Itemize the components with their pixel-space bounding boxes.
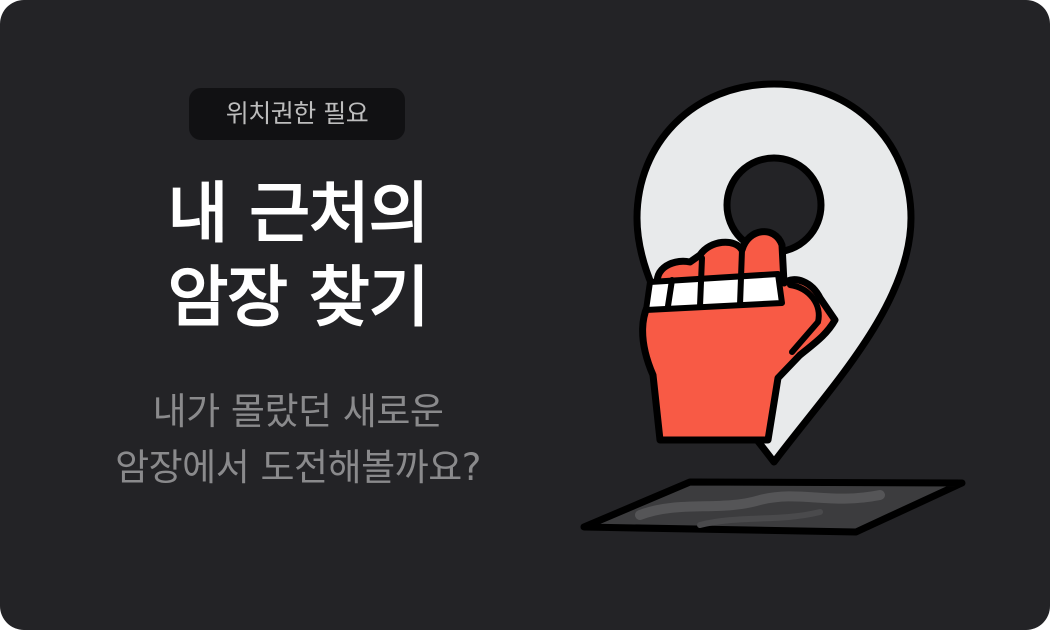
subtitle-line-1: 내가 몰랐던 새로운 [152,390,444,433]
title-line-1: 내 근처의 [167,175,430,252]
location-illustration [580,80,966,536]
permission-badge: 위치권한 필요 [189,88,405,140]
title-line-2: 암장 찾기 [167,259,430,336]
page-title: 내 근처의 암장 찾기 [0,172,596,340]
subtitle-line-2: 암장에서 도전해볼까요? [115,446,481,489]
map-plane-icon [580,478,966,536]
text-block: 위치권한 필요 내 근처의 암장 찾기 내가 몰랐던 새로운 암장에서 도전해볼… [0,0,596,630]
location-permission-card: 위치권한 필요 내 근처의 암장 찾기 내가 몰랐던 새로운 암장에서 도전해볼… [0,0,1050,630]
subtitle: 내가 몰랐던 새로운 암장에서 도전해볼까요? [0,384,596,496]
